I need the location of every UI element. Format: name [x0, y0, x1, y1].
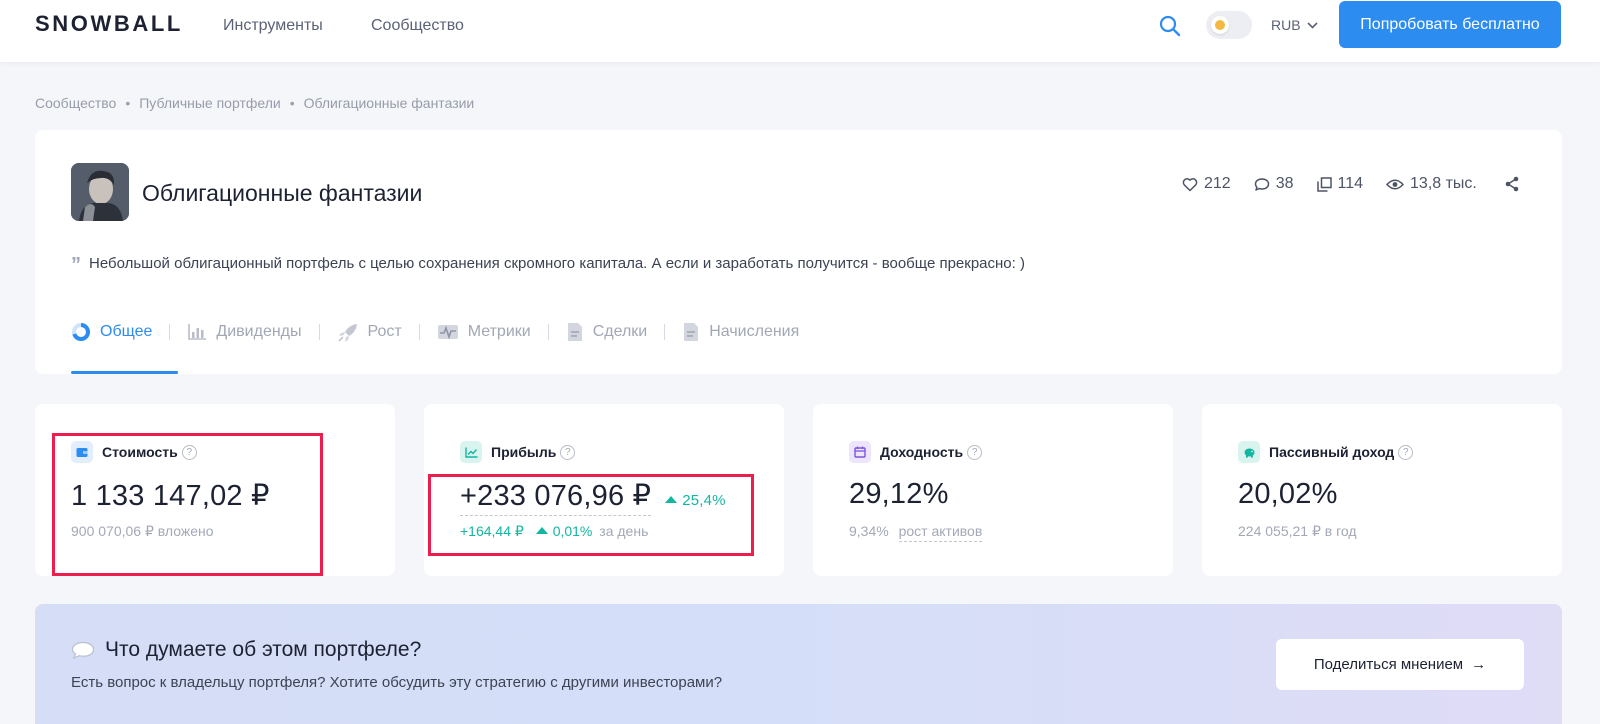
portfolio-stats: 212 38 114 13,8 тыс. — [1182, 175, 1520, 193]
theme-toggle[interactable] — [1206, 11, 1252, 39]
banner-title: Что думаете об этом портфеле? — [105, 638, 422, 661]
views-count: 13,8 тыс. — [1410, 175, 1477, 192]
tab-label: Рост — [367, 323, 402, 340]
chevron-down-icon — [1306, 21, 1318, 29]
breadcrumb: Сообщество • Публичные портфели • Облига… — [35, 95, 474, 111]
metric-value: 20,02% — [1238, 478, 1338, 510]
breadcrumb-public-portfolios[interactable]: Публичные портфели — [139, 95, 280, 111]
document-icon — [684, 323, 699, 341]
metric-label: Пассивный доход — [1269, 444, 1395, 460]
tab-label: Дивиденды — [216, 323, 302, 340]
tab-label: Сделки — [592, 323, 648, 340]
banner-subtitle: Есть вопрос к владельцу портфеля? Хотите… — [71, 674, 723, 691]
comments-stat[interactable]: 38 — [1254, 175, 1294, 193]
piggy-bank-icon — [1238, 441, 1260, 463]
currency-label: RUB — [1271, 17, 1301, 33]
try-free-button[interactable]: Попробовать бесплатно — [1339, 1, 1561, 48]
portfolio-card: Облигационные фантазии 212 38 114 13,8 т… — [35, 130, 1562, 374]
breadcrumb-community[interactable]: Сообщество — [35, 95, 116, 111]
metric-card-passive: Пассивный доход ? 20,02% 224 055,21 ₽ в … — [1202, 404, 1562, 576]
help-icon[interactable]: ? — [560, 444, 576, 460]
tab-accruals[interactable]: Начисления — [682, 320, 799, 344]
tab-label: Метрики — [467, 323, 531, 340]
metric-sub: 224 055,21 ₽ в год — [1238, 523, 1357, 539]
share-icon[interactable] — [1504, 176, 1520, 192]
speech-bubble-icon — [71, 641, 95, 659]
breadcrumb-separator: • — [289, 95, 295, 111]
tab-divider — [547, 324, 549, 340]
metric-label: Прибыль — [491, 444, 557, 460]
avatar — [71, 163, 129, 221]
breadcrumb-separator: • — [125, 95, 131, 111]
logo[interactable]: SNOWBALL — [35, 11, 183, 37]
tab-growth[interactable]: Рост — [337, 320, 402, 344]
nav-community[interactable]: Сообщество — [371, 17, 464, 35]
portfolio-description: ” Небольшой облигационный портфель с цел… — [71, 251, 1025, 276]
quote-icon: ” — [71, 254, 81, 276]
highlight-box — [428, 474, 754, 556]
tab-divider — [318, 324, 320, 340]
share-opinion-button[interactable]: Поделиться мнением → — [1276, 639, 1524, 690]
tab-overview[interactable]: Общее — [71, 320, 152, 344]
metric-header: Пассивный доход ? — [1238, 441, 1414, 463]
tab-dividends[interactable]: Дивиденды — [187, 320, 302, 344]
portfolio-title: Облигационные фантазии — [142, 180, 423, 206]
likes-count: 212 — [1204, 175, 1231, 192]
yield-sub: 9,34% рост активов — [849, 523, 983, 542]
active-tab-indicator — [71, 371, 178, 374]
metric-value: 29,12% — [849, 478, 949, 510]
banner-title-row: Что думаете об этом портфеле? — [71, 638, 421, 662]
calendar-icon — [849, 441, 871, 463]
arrow-right-icon: → — [1471, 656, 1487, 673]
trend-chart-icon — [460, 441, 482, 463]
document-icon — [567, 323, 582, 341]
heart-icon — [1182, 177, 1198, 191]
metric-header: Доходность ? — [849, 441, 983, 463]
pulse-icon — [437, 325, 458, 340]
tab-label: Общее — [100, 323, 153, 340]
copy-icon — [1316, 176, 1332, 192]
comments-count: 38 — [1275, 175, 1294, 192]
metric-card-yield: Доходность ? 29,12% 9,34% рост активов — [813, 404, 1173, 576]
sun-icon — [1211, 16, 1229, 34]
portfolio-tabs: Общее Дивиденды Рост Метрики Сделки Начи… — [71, 320, 799, 374]
tab-label: Начисления — [709, 323, 800, 340]
button-label: Поделиться мнением — [1313, 656, 1464, 673]
comment-icon — [1254, 177, 1269, 191]
tab-metrics[interactable]: Метрики — [437, 320, 531, 344]
copies-stat[interactable]: 114 — [1316, 175, 1364, 193]
yield-growth-label[interactable]: рост активов — [898, 523, 983, 542]
search-icon[interactable] — [1158, 14, 1182, 38]
tab-divider — [169, 324, 171, 340]
likes-stat[interactable]: 212 — [1182, 175, 1231, 193]
bar-chart-icon — [188, 324, 207, 340]
feedback-banner: Что думаете об этом портфеле? Есть вопро… — [35, 604, 1562, 724]
metric-label: Доходность — [880, 444, 964, 460]
tab-divider — [664, 324, 666, 340]
yield-growth-value: 9,34% — [849, 523, 889, 539]
copies-count: 114 — [1337, 175, 1364, 192]
metric-header: Прибыль ? — [460, 441, 576, 463]
top-header: SNOWBALL Инструменты Сообщество RUB Попр… — [0, 0, 1600, 62]
highlight-box — [52, 433, 323, 576]
description-text: Небольшой облигационный портфель с целью… — [89, 254, 1025, 272]
help-icon[interactable]: ? — [967, 444, 983, 460]
eye-icon — [1386, 179, 1405, 189]
currency-select[interactable]: RUB — [1271, 17, 1318, 33]
views-stat: 13,8 тыс. — [1386, 175, 1477, 193]
nav-tools[interactable]: Инструменты — [223, 17, 323, 35]
breadcrumb-current: Облигационные фантазии — [303, 95, 475, 111]
tab-divider — [418, 324, 420, 340]
donut-chart-icon — [72, 323, 90, 341]
help-icon[interactable]: ? — [1398, 444, 1414, 460]
tab-trades[interactable]: Сделки — [566, 320, 648, 344]
rocket-icon — [337, 324, 357, 342]
